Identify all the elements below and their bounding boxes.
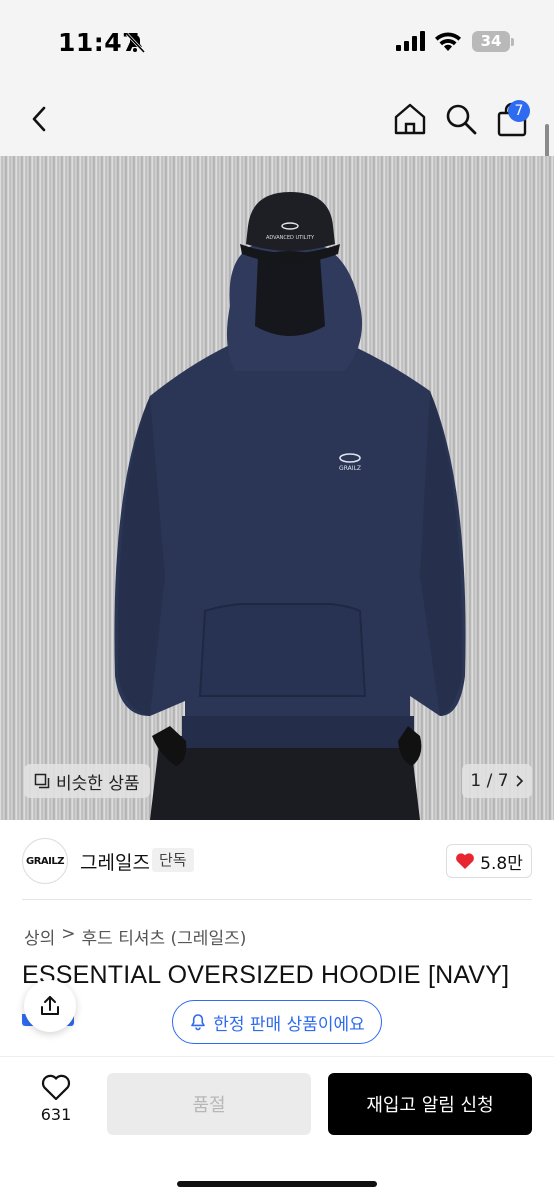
soldout-button: 품절 [107, 1073, 311, 1135]
breadcrumb-subcategory[interactable]: 후드 티셔츠 (그레일즈) [82, 924, 247, 949]
wishlist-count: 631 [40, 1105, 72, 1124]
brand-like-count: 5.8만 [480, 853, 523, 874]
cart-count-badge: 7 [508, 100, 530, 122]
status-bar: 11:47 34 [0, 0, 554, 84]
home-indicator [177, 1181, 377, 1187]
breadcrumb-category[interactable]: 상의 [24, 924, 55, 949]
product-title: ESSENTIAL OVERSIZED HOODIE [NAVY] [22, 961, 510, 989]
signal-icon [396, 31, 425, 51]
share-button[interactable] [24, 980, 76, 1032]
divider [22, 899, 532, 900]
wishlist-button[interactable]: 631 [30, 1074, 82, 1134]
chest-print: GRAILZ [339, 465, 361, 472]
breadcrumb: 상의 > 후드 티셔츠 (그레일즈) [24, 924, 246, 949]
brand-logo[interactable]: GRAILZ [22, 838, 68, 884]
brand-row: GRAILZ 그레일즈 단독 5.8만 [0, 832, 554, 892]
heart-outline-icon [41, 1074, 71, 1101]
search-icon[interactable] [444, 102, 478, 136]
hoodie-photo: ADVANCED UTILITY GRAILZ [114, 192, 466, 820]
back-icon[interactable] [26, 104, 54, 134]
heart-filled-icon [456, 853, 475, 869]
limited-sale-label: 한정 판매 상품이에요 [213, 1014, 365, 1035]
brand-name[interactable]: 그레일즈 [80, 848, 150, 875]
restock-alert-button[interactable]: 재입고 알림 신청 [328, 1073, 532, 1135]
brand-logo-text: GRAILZ [26, 855, 65, 867]
image-counter-text: 1 / 7 [470, 771, 509, 791]
similar-products-button[interactable]: 비슷한 상품 [24, 764, 150, 798]
bell-icon [191, 1014, 206, 1031]
battery-level: 34 [480, 32, 502, 50]
nav-bar [0, 84, 554, 156]
similar-products-label: 비슷한 상품 [56, 773, 140, 794]
similar-icon [34, 773, 50, 789]
share-icon [41, 996, 59, 1015]
image-counter[interactable]: 1 / 7 [462, 764, 532, 798]
cap-print: ADVANCED UTILITY [266, 235, 315, 241]
home-icon[interactable] [392, 102, 428, 136]
exclusive-badge: 단독 [152, 848, 194, 872]
wifi-icon [435, 32, 461, 51]
brand-like-button[interactable]: 5.8만 [446, 844, 532, 878]
breadcrumb-separator-icon: > [61, 924, 76, 944]
limited-sale-notice[interactable]: 한정 판매 상품이에요 [172, 1000, 382, 1044]
bell-muted-icon [125, 32, 146, 54]
battery-icon: 34 [472, 31, 510, 52]
chevron-right-icon [516, 775, 523, 787]
battery-tip [511, 38, 514, 46]
product-image[interactable]: ADVANCED UTILITY GRAILZ [0, 156, 554, 820]
